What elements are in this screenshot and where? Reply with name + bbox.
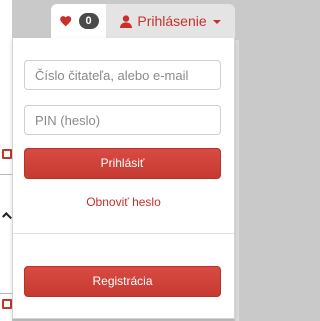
user-icon [120, 14, 133, 28]
login-toggle-label: Prihlásenie [137, 13, 207, 29]
register-button[interactable]: Registrácia [24, 266, 221, 297]
background-marker [2, 149, 12, 159]
heart-icon [59, 16, 71, 27]
background-marker [2, 299, 12, 309]
background-divider [0, 174, 12, 175]
pin-input[interactable] [24, 105, 221, 135]
background-divider [0, 293, 12, 294]
background-caret-icon [2, 212, 12, 222]
login-button[interactable]: Prihlásiť [24, 148, 221, 179]
chevron-down-icon [212, 20, 221, 24]
dropdown-divider [13, 233, 234, 234]
reader-id-input[interactable] [24, 60, 221, 90]
reset-password-link[interactable]: Obnoviť heslo [13, 195, 234, 209]
background-edge [235, 40, 239, 321]
favorites-count-badge: 0 [78, 13, 99, 29]
login-dropdown: Prihlásiť Obnoviť heslo Registrácia [12, 38, 235, 319]
login-toggle-button[interactable]: Prihlásenie [106, 4, 235, 38]
background-page [0, 0, 12, 321]
favorites-button[interactable]: 0 [51, 4, 106, 38]
